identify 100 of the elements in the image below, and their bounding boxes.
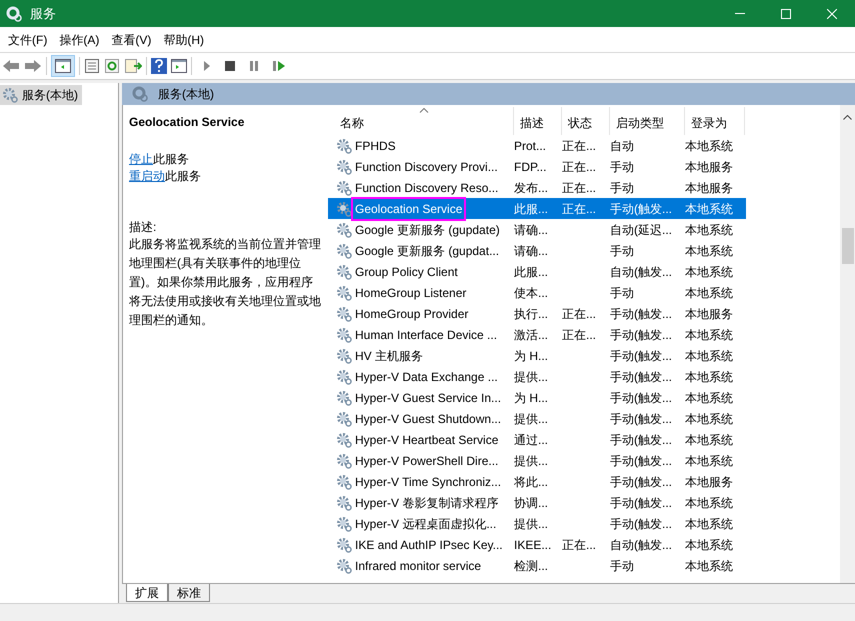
table-row[interactable]: Hyper-V Guest Service In... 为 H... 手动(触发... 本地系统 <box>328 387 746 408</box>
tab[interactable]: 扩展 <box>126 584 168 602</box>
table-cell: 本地系统 <box>685 432 733 446</box>
table-row[interactable]: Infrared monitor service 检测... 手动 本地系统 <box>328 555 746 576</box>
column-header[interactable]: 登录为 <box>685 107 745 135</box>
table-cell: 手动(触发... <box>610 516 672 530</box>
resume-icon[interactable] <box>272 60 286 72</box>
table-cell: 本地服务 <box>685 180 733 194</box>
table-row[interactable]: Hyper-V 卷影复制请求程序 协调... 手动(触发... 本地系统 <box>328 492 746 513</box>
service-name: Hyper-V Guest Service In... <box>354 390 502 406</box>
table-row[interactable]: FPHDS Prot... 正在... 自动 本地系统 <box>328 135 746 156</box>
table-cell: 自动(触发... <box>610 538 672 552</box>
play-icon[interactable] <box>202 60 212 72</box>
scrollbar[interactable] <box>840 105 855 583</box>
table-cell: 发布... <box>514 180 548 194</box>
table-row[interactable]: HV 主机服务 为 H... 手动(触发... 本地系统 <box>328 345 746 366</box>
table-row[interactable]: Hyper-V 远程桌面虚拟化... 提供... 手动(触发... 本地系统 <box>328 513 746 534</box>
table-cell: 提供... <box>514 370 548 384</box>
service-name: Hyper-V 卷影复制请求程序 <box>354 494 500 512</box>
service-name: Hyper-V 远程桌面虚拟化... <box>354 516 498 532</box>
table-cell: 执行... <box>514 306 548 320</box>
table-cell: 手动 <box>610 180 634 194</box>
table-cell: 检测... <box>514 558 548 572</box>
table-cell: 本地系统 <box>685 202 733 216</box>
service-title: Geolocation Service <box>129 114 246 131</box>
table-cell: 本地系统 <box>685 286 733 300</box>
table-cell: 正在... <box>562 538 596 552</box>
menu-item[interactable]: 帮助(H) <box>157 30 210 48</box>
window-icon[interactable] <box>171 59 187 73</box>
refresh-icon[interactable] <box>104 58 120 74</box>
table-cell: 本地系统 <box>685 348 733 362</box>
table-cell: 本地服务 <box>685 306 733 320</box>
action-label: 此服务 <box>165 168 201 185</box>
service-name: Hyper-V Data Exchange ... <box>354 368 499 386</box>
close-icon <box>827 8 837 18</box>
table-cell: 本地系统 <box>685 516 733 530</box>
panel-title: 服务(本地) <box>158 86 214 103</box>
table-cell: 请确... <box>514 244 548 258</box>
service-name: Hyper-V PowerShell Dire... <box>354 452 500 470</box>
table-cell: 正在... <box>562 138 596 152</box>
table-cell: 正在... <box>562 180 596 194</box>
forward-arrow-icon[interactable] <box>24 59 42 73</box>
table-cell: 本地服务 <box>685 474 733 488</box>
stop-icon[interactable] <box>224 60 236 72</box>
help-icon[interactable] <box>151 58 167 74</box>
maximize-icon <box>781 8 791 18</box>
table-cell: 自动(触发... <box>610 264 672 278</box>
menu-item[interactable]: 文件(F) <box>2 30 54 48</box>
table-row[interactable]: IKE and AuthIP IPsec Key... IKEE... 正在... 自动(触发... 本地系统 <box>328 534 746 555</box>
table-row[interactable]: Hyper-V Guest Shutdown... 提供... 手动(触发... 本地系统 <box>328 408 746 429</box>
table-cell: 为 H... <box>514 390 548 404</box>
table-row[interactable]: Google 更新服务 (gupdat... 请确... 手动 本地系统 <box>328 240 746 261</box>
table-row[interactable]: HomeGroup Provider 执行... 正在... 手动(触发... 本地服务 <box>328 303 746 324</box>
tree-item[interactable]: 服务(本地) <box>0 85 82 105</box>
action-link[interactable]: 停止 <box>129 151 153 168</box>
back-arrow-icon[interactable] <box>2 59 20 73</box>
table-row[interactable]: Group Policy Client 此服... 自动(触发... 本地系统 <box>328 261 746 282</box>
table-cell: 手动(触发... <box>610 348 672 362</box>
table-cell: 本地服务 <box>685 160 733 174</box>
minimize-icon <box>735 13 745 14</box>
table-row[interactable]: Hyper-V Heartbeat Service 通过... 手动(触发... 本地系统 <box>328 429 746 450</box>
pause-icon[interactable] <box>248 60 260 72</box>
table-row[interactable]: Function Discovery Provi... FDP... 正在... 手动 本地服务 <box>328 156 746 177</box>
description-text: 此服务将监视系统的当前位置并管理地理围栏(具有关联事件的地理位置)。如果你禁用此服务，应用程序将无法使用或接收有关地理位置或地理围栏的通知。 <box>129 236 322 329</box>
service-name: Hyper-V Heartbeat Service <box>354 432 500 448</box>
table-row[interactable]: Geolocation Service 此服... 正在... 手动(触发... 本地系统 <box>328 198 746 219</box>
column-header[interactable]: 状态 <box>562 107 610 135</box>
table-cell: 正在... <box>562 328 596 342</box>
action-link[interactable]: 重启动 <box>129 168 165 185</box>
table-row[interactable]: Hyper-V Time Synchroniz... 将此... 手动(触发... 本地服务 <box>328 471 746 492</box>
toggle-pane-button[interactable] <box>51 55 75 77</box>
table-row[interactable]: Function Discovery Reso... 发布... 正在... 手动 本地服务 <box>328 177 746 198</box>
tab[interactable]: 标准 <box>168 584 210 602</box>
table-cell: 手动 <box>610 160 634 174</box>
table-row[interactable]: Hyper-V PowerShell Dire... 提供... 手动(触发... 本地系统 <box>328 450 746 471</box>
table-row[interactable]: Human Interface Device ... 激活... 正在... 手动(触发... 本地系统 <box>328 324 746 345</box>
table-cell: 手动(触发... <box>610 370 672 384</box>
service-name: FPHDS <box>354 138 397 154</box>
table-row[interactable]: Google 更新服务 (gupdate) 请确... 自动(延迟... 本地系统 <box>328 219 746 240</box>
table-cell: 正在... <box>562 160 596 174</box>
menu-item[interactable]: 查看(V) <box>105 30 158 48</box>
table-cell: 本地系统 <box>685 496 733 510</box>
service-name: Human Interface Device ... <box>354 326 498 344</box>
table-cell: 手动 <box>610 244 634 258</box>
properties-icon[interactable] <box>84 58 100 74</box>
table-cell: 为 H... <box>514 348 548 362</box>
service-name: Hyper-V Time Synchroniz... <box>354 474 502 490</box>
scroll-thumb[interactable] <box>842 228 854 264</box>
table-cell: 本地系统 <box>685 138 733 152</box>
table-cell: 此服... <box>514 264 548 278</box>
menu-item[interactable]: 操作(A) <box>53 30 106 48</box>
service-name: Function Discovery Reso... <box>354 180 500 196</box>
export-icon[interactable] <box>124 58 142 74</box>
column-header[interactable]: 启动类型 <box>610 107 685 135</box>
table-row[interactable]: Hyper-V Data Exchange ... 提供... 手动(触发... 本地系统 <box>328 366 746 387</box>
column-header[interactable]: 描述 <box>514 107 562 135</box>
table-cell: 本地系统 <box>685 222 733 236</box>
table-row[interactable]: HomeGroup Listener 使本... 手动 本地系统 <box>328 282 746 303</box>
table-cell: 协调... <box>514 496 548 510</box>
column-header[interactable]: 名称 <box>334 107 514 135</box>
